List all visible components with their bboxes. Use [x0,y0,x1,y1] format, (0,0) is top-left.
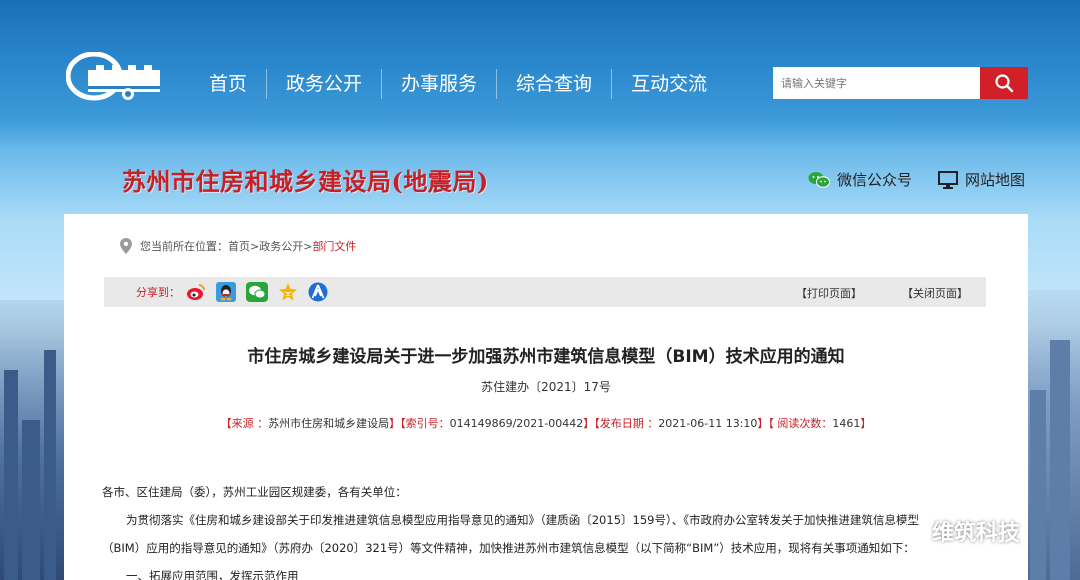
wechat-share-icon[interactable] [246,282,268,302]
breadcrumb-sep: > [250,239,260,253]
meta-views-label: 】【 阅读次数： [757,417,833,430]
breadcrumb-prefix: 您当前所在位置： [140,240,228,253]
city-skyline-right [1024,290,1080,580]
city-skyline-left [0,300,70,580]
qzone-icon[interactable] [278,282,298,302]
meta-index-label: 】【索引号： [389,417,450,430]
breadcrumb-dept-files[interactable]: 部门文件 [312,238,356,254]
meta-date: 2021-06-11 13:10 [658,417,758,430]
breadcrumb: 您当前所在位置： 首页 > 政务公开 > 部门文件 [120,238,356,254]
print-page-button[interactable]: 【打印页面】 [796,285,862,301]
document-number: 苏住建办〔2021〕17号 [481,380,611,394]
body-paragraph: （BIM）应用的指导意见的通知》（苏府办〔2020〕321号）等文件精神，加快推… [102,541,915,555]
wechat-official-icon [901,519,925,543]
document-body: 各市、区住建局（委），苏州工业园区规建委，各有关单位： 为贯彻落实《住房和城乡建… [102,478,982,580]
meta-index: 014149869/2021-00442 [449,417,584,430]
wechat-link-label: 微信公众号 [837,171,913,189]
qq-icon[interactable] [216,282,236,302]
document-meta: 【来源 ：苏州市住房和城乡建设局】【索引号：014149869/2021-004… [64,415,1028,431]
site-title: 苏州市住房和城乡建设局(地震局) [122,167,489,196]
content-panel: 您当前所在位置： 首页 > 政务公开 > 部门文件 分享到： 【打印页面】 【关… [64,214,1028,580]
body-paragraph: 各市、区住建局（委），苏州工业园区规建委，各有关单位： [102,485,407,499]
nav-interaction[interactable]: 互动交流 [612,69,726,99]
body-paragraph: 为贯彻落实《住房和城乡建设部关于印发推进建筑信息模型应用指导意见的通知》（建质函… [126,513,919,527]
document-title: 市住房城乡建设局关于进一步加强苏州市建筑信息模型（BIM）技术应用的通知 [247,347,845,367]
nav-home[interactable]: 首页 [190,69,268,99]
breadcrumb-sep: > [303,239,313,253]
share-label: 分享到： [136,286,180,299]
top-links: 微信公众号 网站地图 [808,169,1025,190]
meta-source: 苏州市住房和城乡建设局 [268,417,390,430]
sitemap-link-label: 网站地图 [965,171,1026,189]
search-button[interactable] [980,67,1028,99]
site-logo[interactable] [65,51,166,102]
watermark-text: 维筑科技 [932,521,1021,546]
breadcrumb-gov-affairs[interactable]: 政务公开 [259,238,303,254]
weibo-icon[interactable] [186,283,206,301]
location-pin-icon [120,238,132,254]
search-box [773,67,1028,99]
wechat-icon [808,171,830,188]
sitemap-link[interactable]: 网站地图 [938,169,1025,190]
meta-source-label: 【来源 ： [220,417,269,430]
meta-date-label: 】【发布日期 ： [583,417,659,430]
wechat-link[interactable]: 微信公众号 [808,169,912,190]
nav-gov-affairs[interactable]: 政务公开 [267,69,383,99]
share-bar: 分享到： 【打印页面】 【关闭页面】 [104,277,986,307]
body-paragraph: 一、拓展应用范围，发挥示范作用 [126,569,299,580]
watermark: 维筑科技 [900,515,1020,547]
monitor-icon [938,170,959,189]
meta-views: 1461 [832,417,861,430]
nav-services[interactable]: 办事服务 [382,69,498,99]
search-icon [995,74,1014,93]
search-input[interactable] [773,67,980,99]
main-nav: 首页 政务公开 办事服务 综合查询 互动交流 [190,66,726,102]
breadcrumb-home[interactable]: 首页 [228,238,250,254]
renren-icon[interactable] [308,282,328,302]
nav-query[interactable]: 综合查询 [497,69,613,99]
close-page-button[interactable]: 【关闭页面】 [902,285,968,301]
meta-end: 】 [860,417,872,430]
